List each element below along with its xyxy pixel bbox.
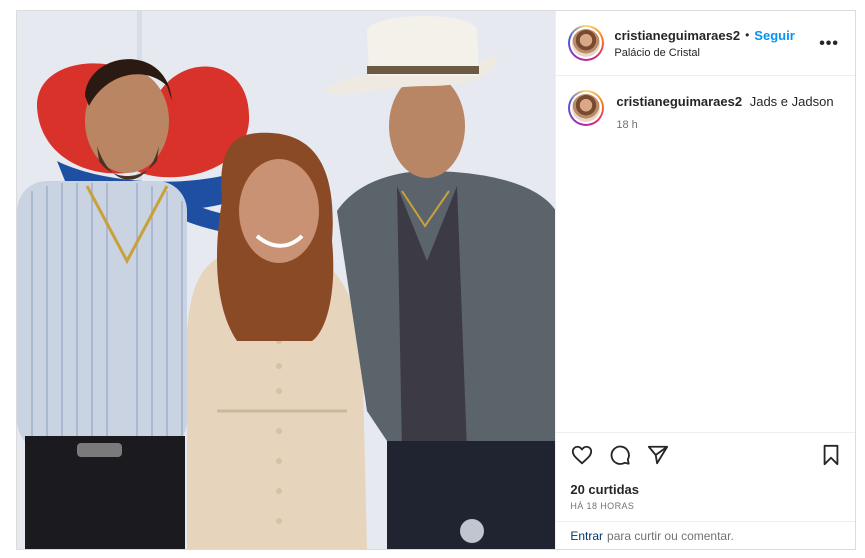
separator-dot: • [745,28,750,42]
location-link[interactable]: Palácio de Cristal [614,47,794,59]
comment-bar: Entrar para curtir ou comentar. [556,521,855,549]
post-time: HÁ 18 HORAS [570,501,635,511]
post-photo[interactable] [17,11,556,549]
action-bar [556,432,855,476]
post-container: cristianeguimaraes2 • Seguir Palácio de … [16,10,856,550]
send-icon[interactable] [646,443,670,467]
comment-icon[interactable] [608,443,632,467]
caption-time: 18 h [616,119,638,131]
avatar[interactable] [568,25,605,61]
comment-prompt: para curtir ou comentar. [607,528,734,543]
caption-username[interactable]: cristianeguimaraes2 [616,94,742,109]
post-footer: 20 curtidas HÁ 18 HORAS Entrar para curt… [556,432,855,549]
likes-count[interactable]: 20 curtidas [556,476,855,497]
photo-illustration [17,11,556,549]
follow-button[interactable]: Seguir [754,28,794,43]
avatar-image [572,29,601,57]
header-text: cristianeguimaraes2 • Seguir Palácio de … [614,28,794,59]
caption-text: Jads e Jadson [749,94,834,109]
more-options-icon[interactable]: ••• [819,35,839,53]
post-side-panel: cristianeguimaraes2 • Seguir Palácio de … [555,11,855,549]
avatar-image [572,94,601,122]
username-link[interactable]: cristianeguimaraes2 [614,28,740,43]
post-header: cristianeguimaraes2 • Seguir Palácio de … [556,11,855,76]
caption-avatar[interactable] [568,90,605,126]
heart-icon[interactable] [570,443,594,467]
caption: cristianeguimaraes2 Jads e Jadson 18 h [556,76,855,145]
login-link[interactable]: Entrar [570,529,603,543]
bookmark-icon[interactable] [819,443,843,467]
